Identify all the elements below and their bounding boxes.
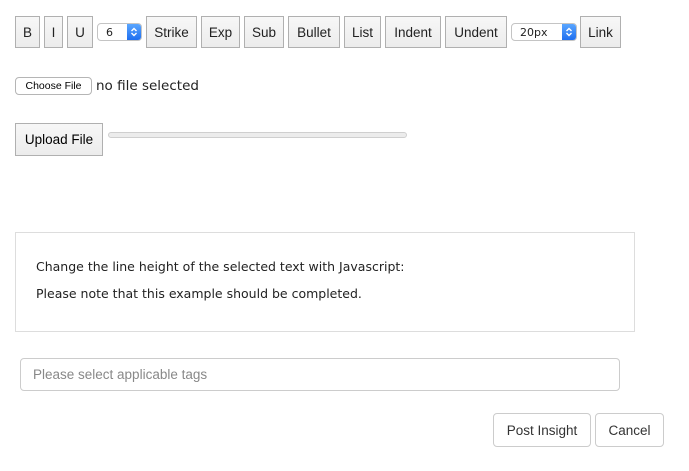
editor-line: Please note that this example should be … <box>36 286 362 301</box>
indent-button[interactable]: Indent <box>385 16 441 48</box>
strike-button[interactable]: Strike <box>146 16 197 48</box>
choose-file-button[interactable]: Choose File <box>15 77 92 95</box>
rich-text-editor[interactable]: Change the line height of the selected t… <box>15 232 635 332</box>
line-height-select[interactable]: 20px <box>511 23 577 41</box>
line-height-value: 20px <box>520 25 548 39</box>
post-insight-button[interactable]: Post Insight <box>493 413 591 447</box>
italic-button[interactable]: I <box>44 16 63 48</box>
link-button[interactable]: Link <box>580 16 621 48</box>
upload-file-button[interactable]: Upload File <box>15 123 103 156</box>
undent-button[interactable]: Undent <box>445 16 507 48</box>
select-arrows-icon <box>562 24 576 40</box>
underline-button[interactable]: U <box>67 16 93 48</box>
editor-line: Change the line height of the selected t… <box>36 259 405 274</box>
bullet-button[interactable]: Bullet <box>288 16 340 48</box>
list-button[interactable]: List <box>344 16 381 48</box>
subscript-button[interactable]: Sub <box>244 16 284 48</box>
file-status: no file selected <box>96 78 199 94</box>
tags-input[interactable] <box>20 358 620 391</box>
superscript-button[interactable]: Exp <box>201 16 240 48</box>
bold-button[interactable]: B <box>15 16 40 48</box>
cancel-button[interactable]: Cancel <box>595 413 664 447</box>
font-size-value: 6 <box>106 25 113 39</box>
upload-progress-bar <box>108 132 407 138</box>
select-arrows-icon <box>127 24 141 40</box>
font-size-select[interactable]: 6 <box>97 23 142 41</box>
